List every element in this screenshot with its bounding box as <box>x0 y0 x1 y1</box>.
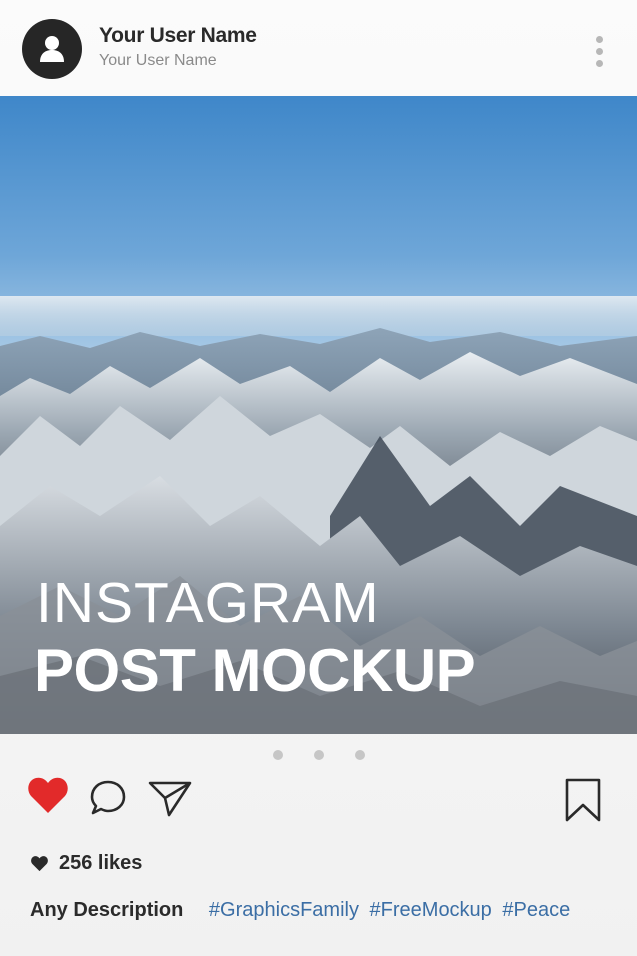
likes-text: 256 likes <box>59 851 143 874</box>
post-description: Any Description #GraphicsFamily #FreeMoc… <box>30 899 575 922</box>
more-vertical-icon[interactable] <box>590 36 608 70</box>
pager-dot[interactable] <box>314 750 324 760</box>
post-header: Your User Name Your User Name <box>0 0 637 96</box>
bookmark-icon[interactable] <box>564 778 602 822</box>
post-card: Your User Name Your User Name INSTAGRAM … <box>0 0 637 956</box>
user-handle: Your User Name <box>99 52 217 69</box>
send-icon[interactable] <box>147 778 193 818</box>
overlay-title-line1: INSTAGRAM <box>36 571 380 635</box>
comment-icon[interactable] <box>89 779 127 817</box>
hashtag-link[interactable]: #GraphicsFamily <box>209 899 359 921</box>
user-name[interactable]: Your User Name <box>99 24 257 48</box>
pager-dot[interactable] <box>355 750 365 760</box>
user-silhouette-icon <box>40 36 64 62</box>
hashtag-link[interactable]: #Peace <box>502 899 570 921</box>
hashtag-link[interactable]: #FreeMockup <box>370 899 492 921</box>
likes-count[interactable]: 256 likes <box>30 850 142 876</box>
heart-icon[interactable] <box>27 775 69 815</box>
description-label: Any Description <box>30 899 184 921</box>
overlay-title-line2: POST MOCKUP <box>34 637 476 704</box>
action-bar <box>0 775 637 825</box>
pager-dot[interactable] <box>273 750 283 760</box>
heart-small-icon <box>31 855 48 871</box>
carousel-pager <box>0 750 637 762</box>
avatar[interactable] <box>22 19 82 79</box>
post-image[interactable]: INSTAGRAM POST MOCKUP <box>0 96 637 734</box>
